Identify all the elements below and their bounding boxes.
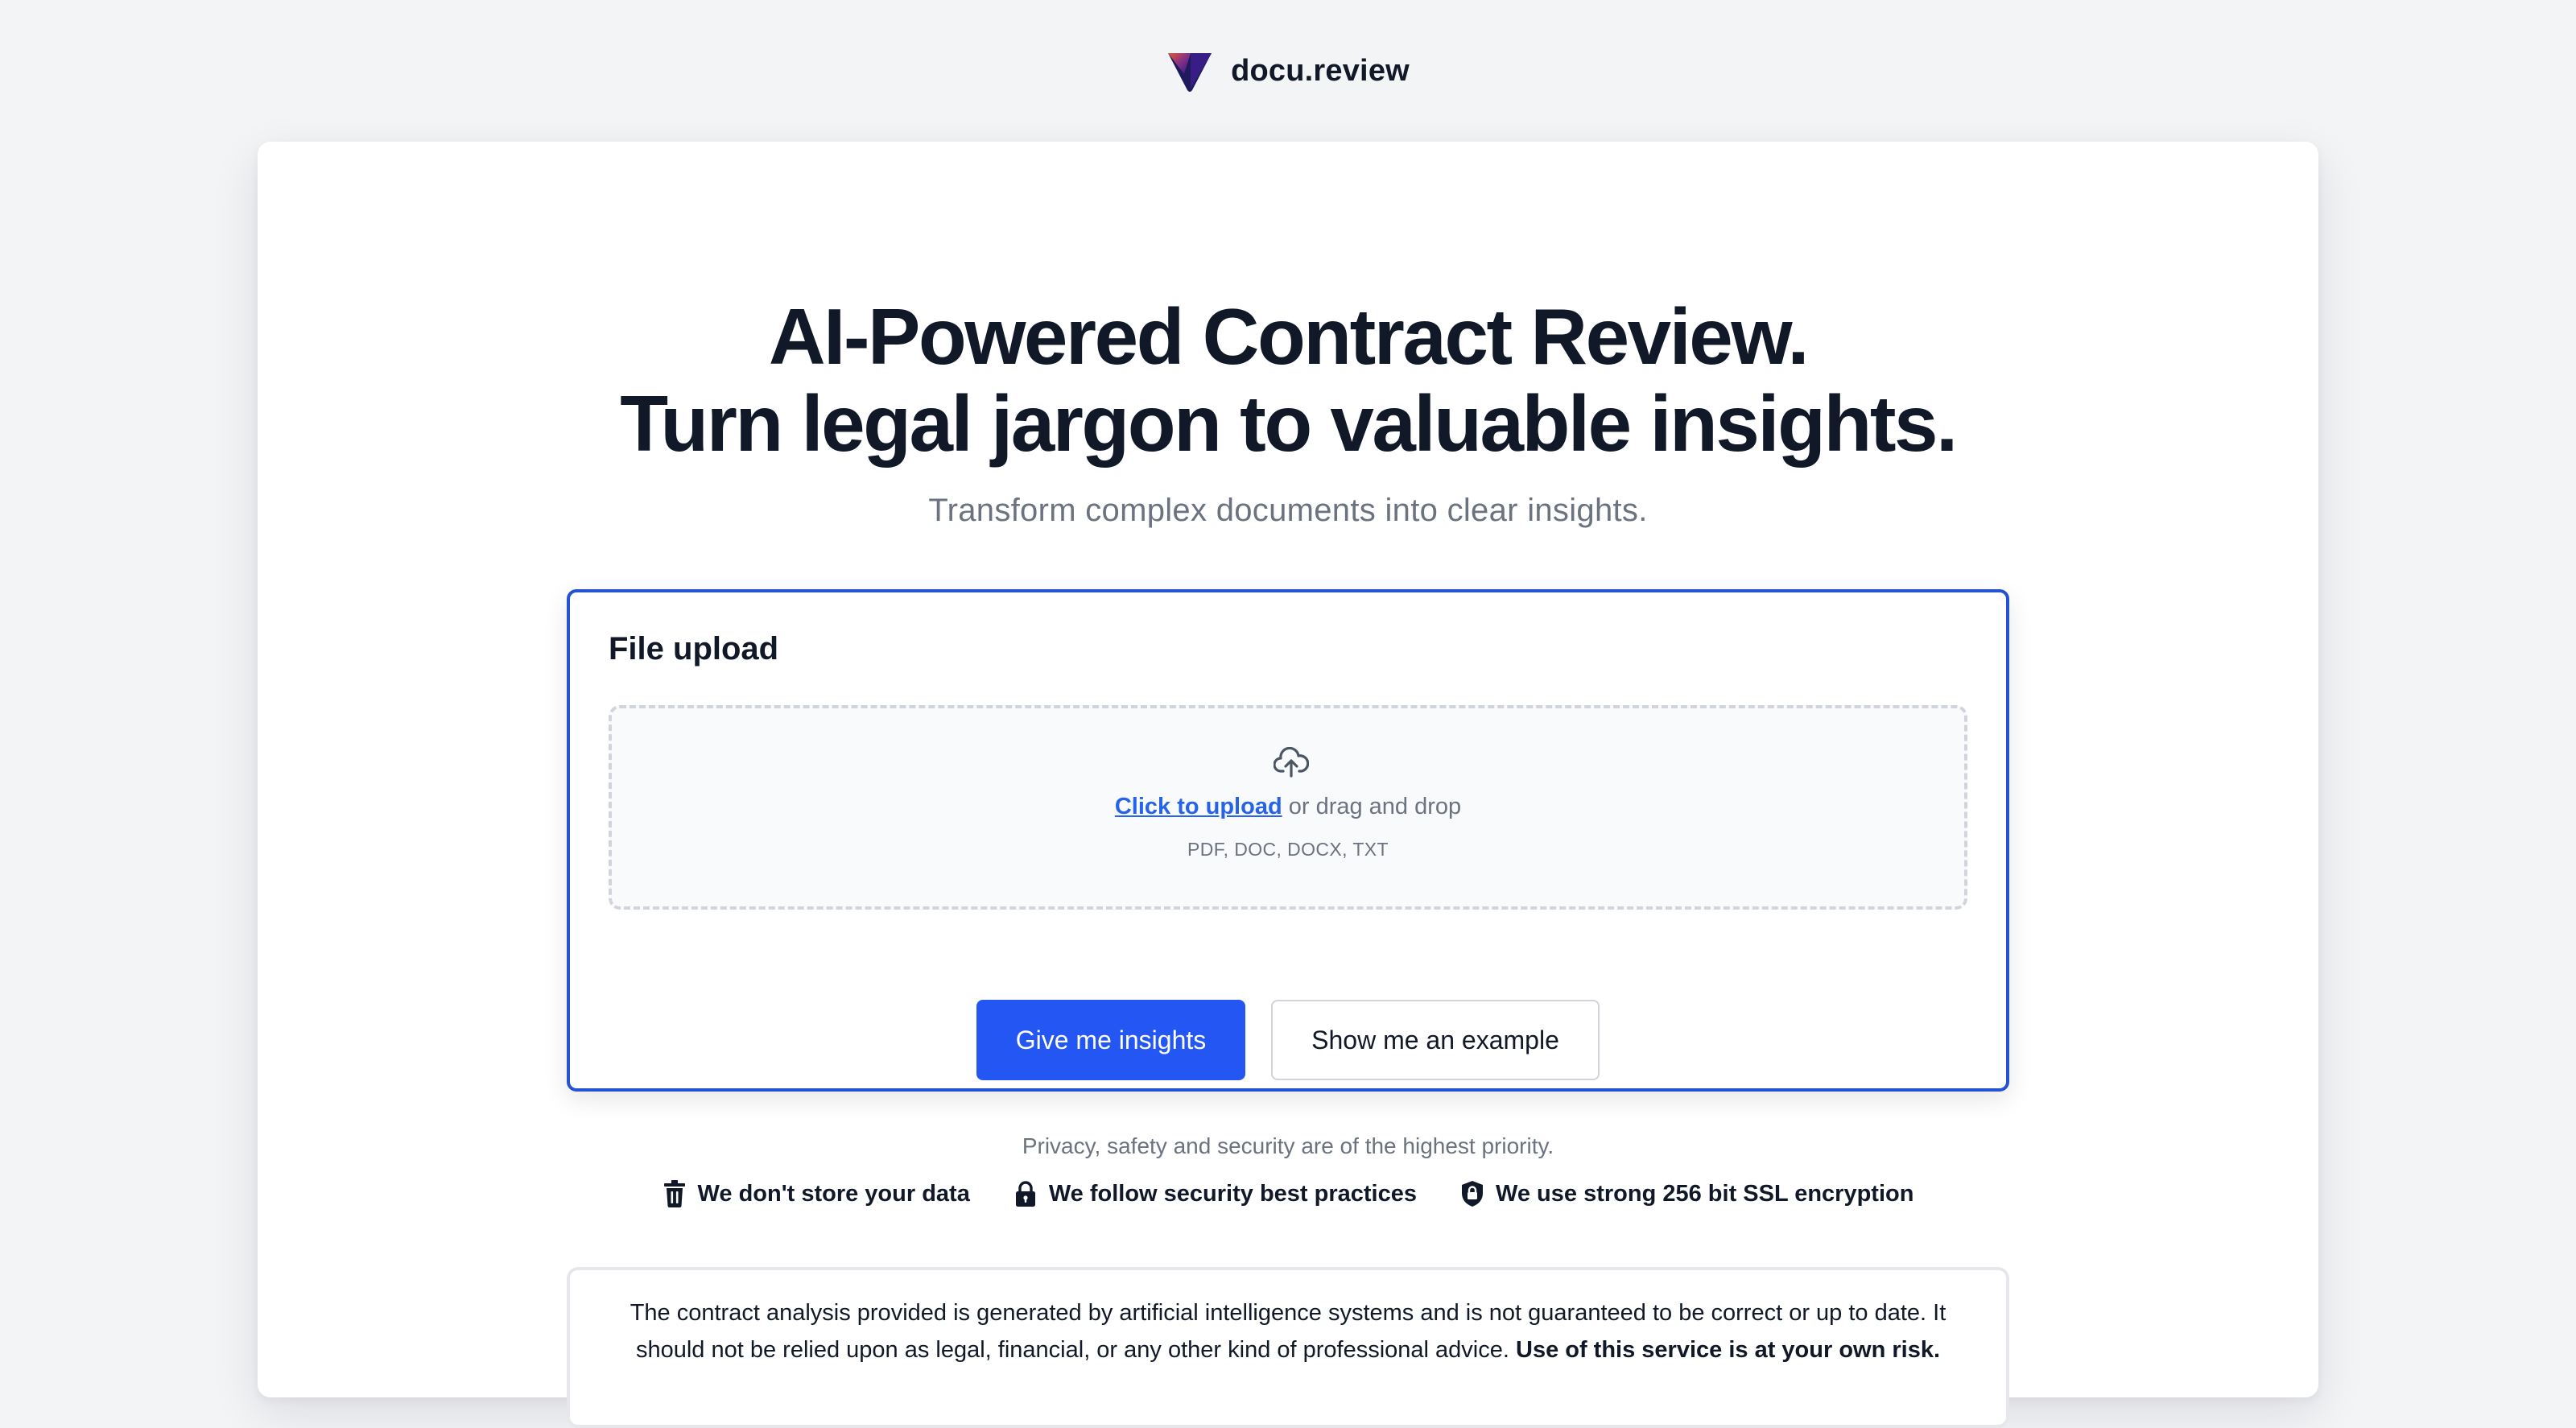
click-to-upload-link[interactable]: Click to upload <box>1115 794 1282 819</box>
drag-drop-text: or drag and drop <box>1282 794 1462 819</box>
main-card: AI-Powered Contract Review. Turn legal j… <box>258 142 2318 1428</box>
badge-ssl-label: We use strong 256 bit SSL encryption <box>1496 1180 1914 1207</box>
brand-name[interactable]: docu.review <box>1231 54 1410 89</box>
badge-best-practices: We follow security best practices <box>1013 1180 1417 1207</box>
badge-ssl: We use strong 256 bit SSL encryption <box>1460 1180 1913 1207</box>
page-subheadline: Transform complex documents into clear i… <box>928 493 1648 528</box>
headline-line-1: AI-Powered Contract Review. <box>768 292 1810 381</box>
upload-instruction: Click to upload or drag and drop <box>612 794 1964 820</box>
security-badges: We don't store your data We follow secur… <box>258 1180 2318 1207</box>
badge-best-practices-label: We follow security best practices <box>1048 1180 1418 1207</box>
top-bar: docu.review <box>0 0 2576 142</box>
lock-icon <box>1015 1181 1035 1207</box>
page-headline: AI-Powered Contract Review. Turn legal j… <box>258 293 2318 467</box>
badge-no-storage-label: We don't store your data <box>697 1180 970 1207</box>
disclaimer-emphasis: Use of this service is at your own risk. <box>1516 1337 1941 1363</box>
file-upload-title: File upload <box>609 631 779 667</box>
file-dropzone[interactable]: Click to upload or drag and drop PDF, DO… <box>609 705 1967 910</box>
give-insights-button[interactable]: Give me insights <box>976 1000 1245 1080</box>
trash-icon <box>663 1180 685 1207</box>
logo-icon[interactable] <box>1166 48 1213 93</box>
shield-lock-icon <box>1462 1181 1484 1207</box>
headline-line-2: Turn legal jargon to valuable insights. <box>620 379 1958 468</box>
cloud-upload-icon <box>1274 747 1309 778</box>
privacy-statement: Privacy, safety and security are of the … <box>1022 1133 1554 1158</box>
badge-no-storage: We don't store your data <box>663 1180 970 1207</box>
action-buttons: Give me insights Show me an example <box>258 1000 2318 1080</box>
show-example-button[interactable]: Show me an example <box>1271 1000 1600 1080</box>
ai-disclaimer: The contract analysis provided is genera… <box>567 1267 2009 1428</box>
accepted-formats: PDF, DOC, DOCX, TXT <box>1187 839 1389 860</box>
